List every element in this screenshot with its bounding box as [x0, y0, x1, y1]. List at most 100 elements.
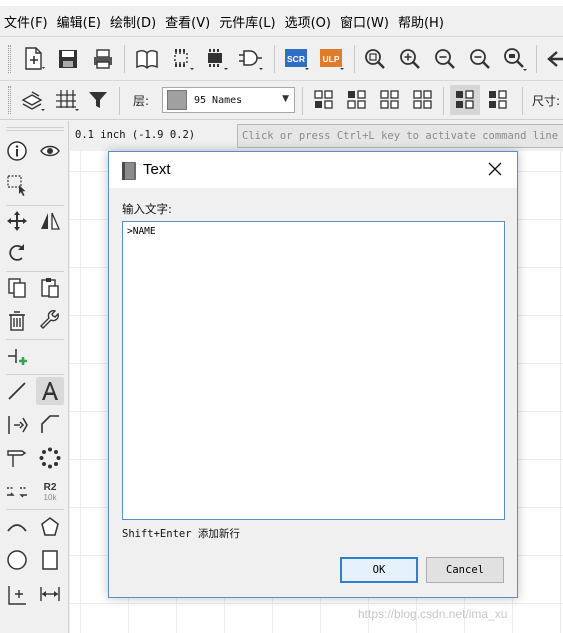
- filter-icon[interactable]: [83, 85, 113, 115]
- toolbar-separator: [274, 45, 275, 73]
- text-prompt-label: 输入文字:: [122, 202, 172, 216]
- menu-window[interactable]: 窗口(W): [336, 12, 394, 31]
- size-label: 尺寸:: [532, 94, 561, 108]
- menu-view[interactable]: 查看(V): [161, 12, 215, 31]
- toolbar-separator: [522, 87, 523, 115]
- svg-text:R2: R2: [44, 482, 57, 493]
- align-grid-icon-1[interactable]: [309, 85, 339, 115]
- command-line-input[interactable]: Click or press Ctrl+L key to activate co…: [237, 124, 563, 148]
- palette-grip: [6, 130, 64, 131]
- tool-palette: R2 10k: [0, 121, 69, 633]
- align-grid-icon-5[interactable]: [450, 85, 480, 115]
- toolbar-grip[interactable]: [8, 86, 11, 114]
- dimension-icon[interactable]: [36, 580, 64, 608]
- move-icon[interactable]: [3, 207, 31, 235]
- circle-icon[interactable]: [3, 546, 31, 574]
- save-icon[interactable]: [53, 44, 83, 74]
- layers-icon[interactable]: [18, 85, 48, 115]
- chip-icon[interactable]: [201, 44, 231, 74]
- gate-icon[interactable]: [236, 44, 266, 74]
- menu-edit[interactable]: 编辑(E): [53, 12, 106, 31]
- net-icon[interactable]: [3, 477, 31, 505]
- toolbar-separator: [124, 45, 125, 73]
- polygon-icon[interactable]: [36, 513, 64, 541]
- menu-library[interactable]: 元件库(L): [215, 12, 280, 31]
- close-button[interactable]: [473, 152, 517, 188]
- library-book-icon[interactable]: [132, 44, 162, 74]
- menu-draw[interactable]: 绘制(D): [106, 12, 161, 31]
- palette-separator: [6, 509, 64, 510]
- layer-select[interactable]: 95 Names ▼: [162, 87, 295, 113]
- arc-icon[interactable]: [3, 513, 31, 541]
- layer-select-value: 95 Names: [194, 94, 243, 106]
- layer-color-swatch: [167, 90, 187, 110]
- menu-options[interactable]: 选项(O): [281, 12, 336, 31]
- toolbar-separator: [302, 87, 303, 115]
- origin-icon[interactable]: [3, 580, 31, 608]
- zoom-select-icon[interactable]: [465, 44, 495, 74]
- toolbar-separator: [354, 45, 355, 73]
- watermark-text: https://blog.csdn.net/ima_xu: [358, 607, 508, 621]
- menubar: 文件(F) 编辑(E) 绘制(D) 查看(V) 元件库(L) 选项(O) 窗口(…: [0, 6, 563, 36]
- smash-icon[interactable]: [36, 444, 64, 472]
- text-input-area[interactable]: >NAME: [122, 221, 505, 520]
- rectangle-icon[interactable]: [36, 546, 64, 574]
- text-input-value: >NAME: [127, 226, 156, 237]
- info-icon[interactable]: [3, 137, 31, 165]
- zoom-in-icon[interactable]: [395, 44, 425, 74]
- svg-text:ULP: ULP: [323, 54, 340, 64]
- grid-icon[interactable]: [52, 85, 82, 115]
- menu-help[interactable]: 帮助(H): [394, 12, 449, 31]
- new-file-icon[interactable]: [19, 44, 49, 74]
- layer-label: 层:: [133, 94, 150, 108]
- miter-icon[interactable]: [36, 411, 64, 439]
- text-dialog: Text 输入文字: >NAME Shift+Enter 添加新行 OK Can…: [108, 151, 518, 598]
- palette-separator: [6, 374, 64, 375]
- command-bar: 0.1 inch (-1.9 0.2) Click or press Ctrl+…: [70, 121, 563, 151]
- mirror-icon[interactable]: [36, 207, 64, 235]
- print-icon[interactable]: [88, 44, 118, 74]
- align-grid-icon-6[interactable]: [483, 85, 513, 115]
- close-icon: [488, 161, 502, 180]
- palette-separator: [6, 339, 64, 340]
- name-value-icon[interactable]: R2 10k: [36, 477, 64, 505]
- align-grid-icon-4[interactable]: [408, 85, 438, 115]
- zoom-last-icon[interactable]: [500, 44, 530, 74]
- layer-toolbar: 层: 95 Names ▼ 尺寸:: [0, 80, 563, 120]
- align-grid-icon-2[interactable]: [342, 85, 372, 115]
- newline-hint: Shift+Enter 添加新行: [122, 528, 240, 540]
- chevron-down-icon: ▼: [282, 94, 289, 104]
- zoom-out-icon[interactable]: [430, 44, 460, 74]
- toolbar-grip[interactable]: [8, 45, 11, 73]
- toolbar-separator: [536, 45, 537, 73]
- align-grid-icon-3[interactable]: [375, 85, 405, 115]
- add-part-icon[interactable]: [3, 342, 31, 370]
- book-icon: [120, 161, 138, 185]
- board-icon[interactable]: [167, 44, 197, 74]
- toolbar-separator: [119, 87, 120, 115]
- rotate-icon[interactable]: [3, 239, 31, 267]
- group-select-icon[interactable]: [3, 171, 31, 199]
- svg-text:10k: 10k: [44, 493, 58, 502]
- eye-icon[interactable]: [36, 137, 64, 165]
- scr-icon[interactable]: SCR: [282, 44, 312, 74]
- paste-icon[interactable]: [36, 274, 64, 302]
- ulp-icon[interactable]: ULP: [317, 44, 347, 74]
- palette-separator: [6, 205, 64, 206]
- split-icon[interactable]: [3, 444, 31, 472]
- pin-icon[interactable]: [3, 411, 31, 439]
- copy-icon[interactable]: [3, 274, 31, 302]
- delete-icon[interactable]: [3, 307, 31, 335]
- back-arrow-icon[interactable]: [541, 44, 563, 74]
- line-icon[interactable]: [3, 377, 31, 405]
- dialog-titlebar[interactable]: Text: [109, 152, 517, 188]
- zoom-fit-icon[interactable]: [360, 44, 390, 74]
- text-icon[interactable]: [36, 377, 64, 405]
- palette-grip: [6, 127, 64, 128]
- wrench-icon[interactable]: [36, 307, 64, 335]
- cancel-button[interactable]: Cancel: [426, 557, 504, 583]
- toolbar-separator: [443, 87, 444, 115]
- menu-file[interactable]: 文件(F): [0, 12, 53, 31]
- palette-separator: [6, 271, 64, 272]
- ok-button[interactable]: OK: [340, 557, 418, 583]
